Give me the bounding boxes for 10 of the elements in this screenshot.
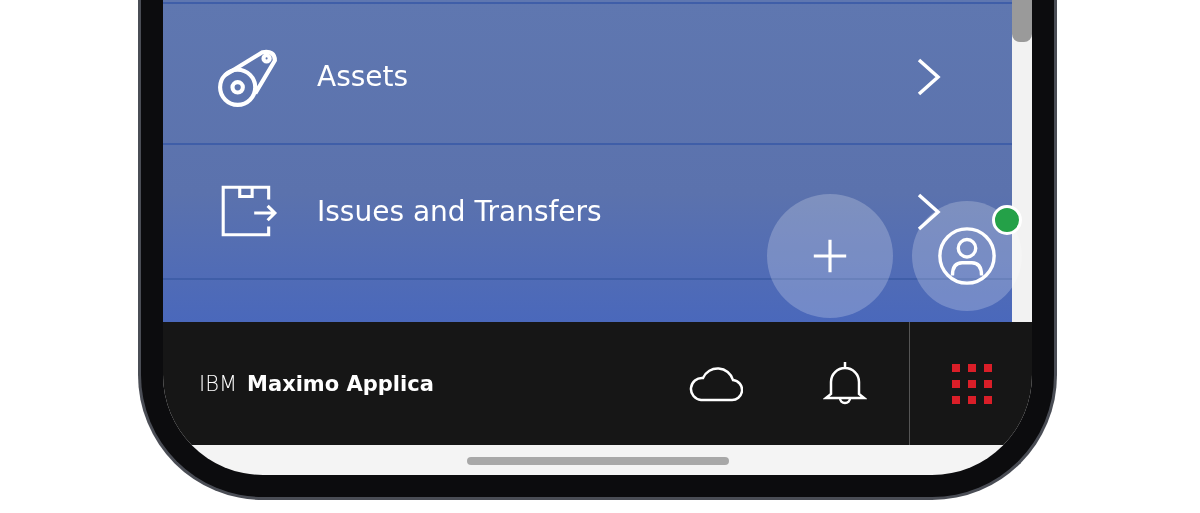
chevron-right-icon bbox=[916, 191, 942, 232]
app-grid-icon[interactable] bbox=[952, 363, 992, 404]
scrollbar[interactable] bbox=[1012, 0, 1032, 322]
product-name: Maximo Applica bbox=[247, 371, 434, 396]
plus-icon bbox=[812, 238, 848, 274]
chevron-right-icon bbox=[916, 56, 942, 97]
brand-name: IBM bbox=[199, 371, 238, 396]
cloud-icon[interactable] bbox=[689, 365, 743, 402]
user-avatar-icon bbox=[936, 225, 998, 287]
menu-item[interactable]: Assets bbox=[163, 10, 1012, 145]
